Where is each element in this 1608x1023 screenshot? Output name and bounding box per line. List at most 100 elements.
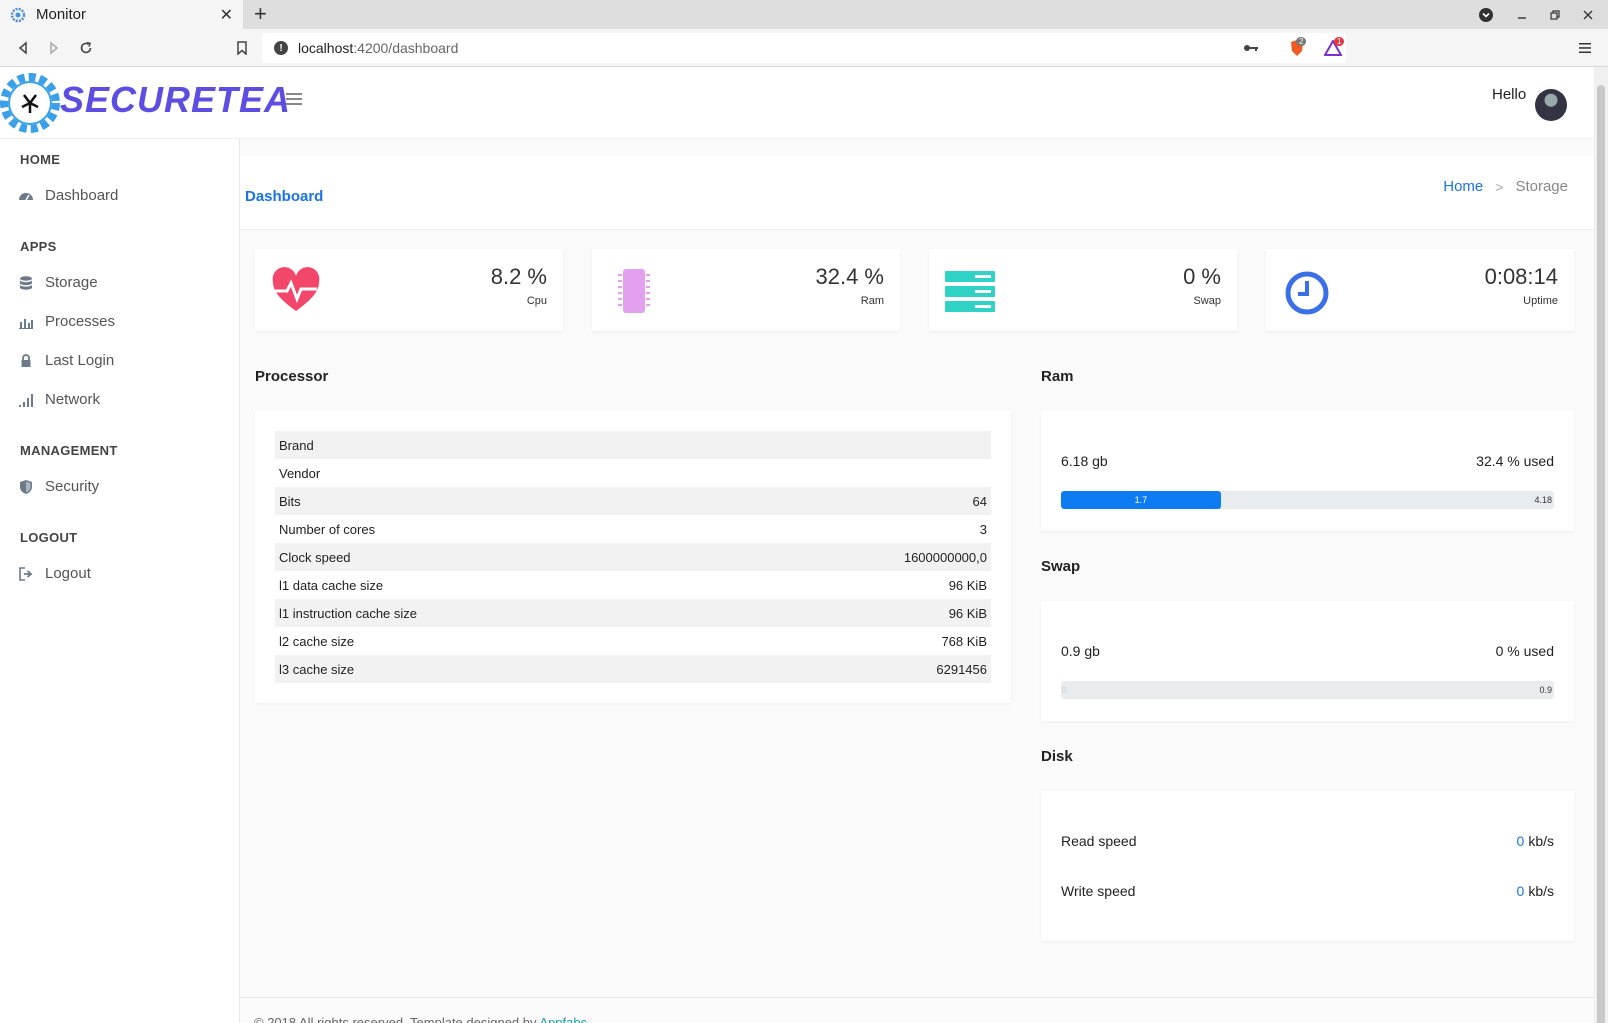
page-title: Dashboard: [245, 188, 324, 205]
processor-heading: Processor: [255, 368, 329, 385]
processor-row-label: l2 cache size: [279, 633, 355, 649]
securetea-logo-icon: [0, 73, 60, 133]
stat-card-uptime: 0:08:14 Uptime: [1266, 249, 1574, 331]
footer: © 2018 All rights reserved. Template des…: [240, 997, 1594, 1023]
processor-card: Brand Vendor Bits 64 Number of cores 3 Clock s…: [255, 411, 1011, 703]
ram-label: Ram: [860, 295, 884, 307]
sidebar: HOME Dashboard APPS Storage Processes La…: [0, 139, 240, 1023]
breadcrumb-home-link[interactable]: Home: [1443, 178, 1483, 195]
swap-heading: Swap: [1041, 558, 1081, 575]
processor-table: Brand Vendor Bits 64 Number of cores 3 Clock s…: [275, 431, 991, 683]
user-avatar[interactable]: [1535, 89, 1567, 121]
tab-close-icon[interactable]: ✕: [220, 5, 233, 25]
forward-icon[interactable]: [43, 37, 65, 59]
processor-row: l2 cache size 768 KiB: [275, 627, 991, 655]
stat-card-cpu: 8.2 % Cpu: [255, 249, 563, 331]
address-bar[interactable]: ! localhost:4200/dashboard: [262, 33, 1346, 63]
write-speed-label: Write speed: [1061, 883, 1136, 899]
rewards-count: 1: [1334, 37, 1345, 46]
processor-row-value: 768 KiB: [941, 633, 987, 649]
sidebar-item-label: Logout: [45, 565, 91, 582]
heart-pulse-icon: [272, 267, 320, 311]
window-close-icon[interactable]: [1578, 0, 1598, 29]
shield-icon: [20, 479, 32, 494]
browser-tab[interactable]: Monitor ✕: [0, 0, 243, 29]
sidebar-item-processes[interactable]: Processes: [18, 313, 115, 330]
browser-menu-dropdown-icon[interactable]: [1476, 0, 1496, 29]
disk-read-row: Read speed 0 kb/s: [1061, 833, 1554, 849]
site-info-icon[interactable]: !: [274, 41, 288, 55]
breadcrumb-chevron-icon: >: [1495, 178, 1504, 195]
restore-icon[interactable]: [1545, 0, 1565, 29]
processor-row-label: Vendor: [279, 465, 321, 481]
processor-row: Brand: [275, 431, 991, 459]
swap-progress-total: 0.9: [1539, 685, 1552, 695]
app-header: SECURETEA Hello: [0, 67, 1594, 139]
sidebar-item-label: Storage: [45, 274, 98, 291]
minimize-icon[interactable]: [1512, 0, 1532, 29]
swap-total: 0.9 gb: [1061, 643, 1100, 659]
sidebar-item-storage[interactable]: Storage: [18, 274, 98, 291]
server-icon: [945, 271, 995, 312]
ram-progress-fill: 1.7: [1061, 491, 1221, 509]
processor-row: Clock speed 1600000000,0: [275, 543, 991, 571]
processor-row-label: Number of cores: [279, 521, 376, 537]
processor-row: l3 cache size 6291456: [275, 655, 991, 683]
processor-row: Bits 64: [275, 487, 991, 515]
uptime-label: Uptime: [1523, 295, 1558, 307]
swap-progress-fill: 0: [1061, 685, 1067, 695]
stat-card-swap: 0 % Swap: [929, 249, 1237, 331]
cpu-value: 8.2 %: [490, 264, 547, 289]
write-speed-value: 0: [1516, 883, 1525, 899]
sidebar-section-home: HOME: [20, 152, 61, 167]
browser-tab-strip: Monitor ✕ +: [0, 0, 1608, 29]
processor-row-label: Clock speed: [279, 549, 351, 565]
tab-title: Monitor: [36, 6, 87, 23]
reload-icon[interactable]: [75, 37, 97, 59]
disk-heading: Disk: [1041, 748, 1073, 765]
processor-row-label: Brand: [279, 437, 314, 453]
sidebar-item-label: Dashboard: [45, 187, 119, 204]
swap-summary: 0.9 gb 0 % used: [1061, 643, 1554, 659]
processor-row-label: Bits: [279, 493, 301, 509]
chip-icon: [618, 269, 650, 313]
processor-row-label: l1 instruction cache size: [279, 605, 418, 621]
processor-row-label: l3 cache size: [279, 661, 355, 677]
brave-shields-icon[interactable]: 2: [1280, 37, 1314, 59]
sidebar-item-dashboard[interactable]: Dashboard: [18, 187, 118, 204]
read-speed-unit: kb/s: [1528, 833, 1554, 849]
swap-card: 0.9 gb 0 % used 0 0.9: [1041, 601, 1574, 721]
back-icon[interactable]: [12, 37, 34, 59]
app-favicon-icon: [10, 7, 26, 22]
breadcrumb-current: Storage: [1515, 178, 1568, 195]
swap-label: Swap: [1193, 295, 1221, 307]
rewards-icon[interactable]: 1: [1316, 37, 1350, 59]
footer-link[interactable]: Appfabs: [539, 1015, 587, 1023]
footer-text: © 2018 All rights reserved. Template des…: [254, 1015, 587, 1023]
browser-toolbar: ! localhost:4200/dashboard 2 1: [0, 29, 1608, 67]
sign-out-icon: [19, 566, 33, 581]
ram-heading: Ram: [1041, 368, 1074, 385]
sidebar-item-label: Last Login: [45, 352, 115, 369]
sidebar-item-last-login[interactable]: Last Login: [18, 352, 114, 369]
database-icon: [20, 275, 32, 290]
swap-used-percent: 0 % used: [1495, 643, 1554, 659]
processor-row-value: 64: [972, 493, 987, 509]
sidebar-item-security[interactable]: Security: [18, 478, 99, 495]
bookmark-icon[interactable]: [231, 37, 253, 59]
processor-row-value: 96 KiB: [948, 577, 987, 593]
page-header: Dashboard Home > Storage: [240, 156, 1594, 230]
processor-row: l1 data cache size 96 KiB: [275, 571, 991, 599]
swap-progress-bar: 0 0.9: [1061, 681, 1554, 699]
lock-icon: [21, 353, 31, 367]
sidebar-item-network[interactable]: Network: [18, 391, 100, 408]
browser-menu-icon[interactable]: [1574, 37, 1596, 59]
page-scrollbar[interactable]: [1594, 67, 1608, 1023]
new-tab-icon[interactable]: +: [254, 3, 267, 25]
scrollbar-thumb[interactable]: [1597, 85, 1605, 1023]
ram-total: 6.18 gb: [1061, 453, 1108, 469]
sidebar-toggle-icon[interactable]: [286, 93, 302, 107]
key-icon[interactable]: [1240, 37, 1262, 59]
sidebar-item-logout[interactable]: Logout: [18, 565, 91, 582]
processor-row: Vendor: [275, 459, 991, 487]
